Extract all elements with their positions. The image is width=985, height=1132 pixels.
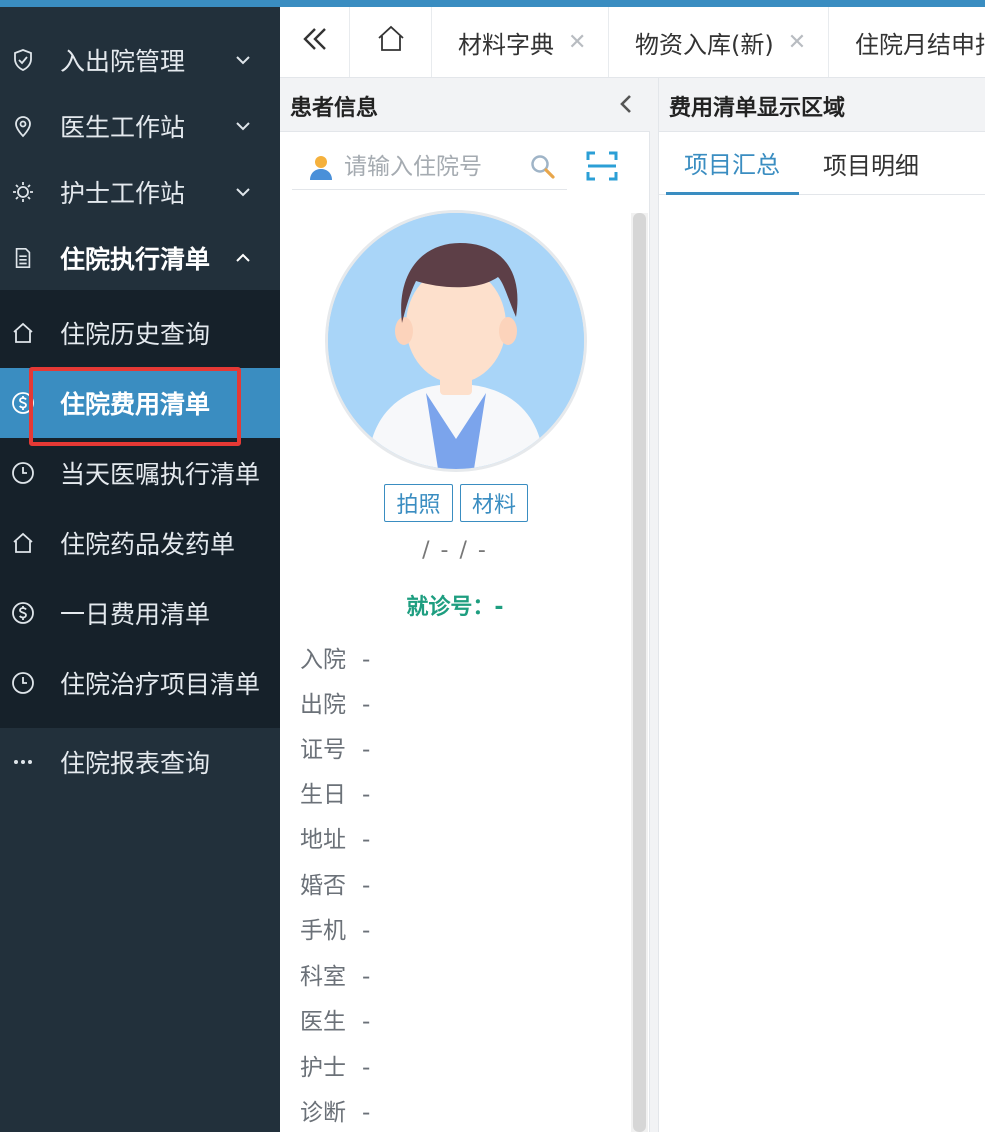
- document-icon: [10, 245, 36, 271]
- close-icon[interactable]: ✕: [568, 30, 586, 55]
- user-icon: [306, 152, 336, 186]
- sidebar-item-label: 入出院管理: [60, 47, 186, 76]
- tab-material-dictionary[interactable]: 材料字典 ✕: [432, 7, 609, 77]
- sidebar-item-label: 住院费用清单: [60, 390, 211, 419]
- chevron-left-icon[interactable]: [616, 92, 638, 116]
- sidebar: 入出院管理 医生工作站 护士工作站 住院执行清单 住院历史查询 住院费用清单 当…: [0, 7, 280, 1132]
- sidebar-item-label: 住院报表查询: [60, 749, 211, 778]
- take-photo-button[interactable]: 拍照: [384, 484, 453, 522]
- sidebar-item-label: 住院执行清单: [60, 245, 211, 274]
- home-icon: [376, 24, 406, 60]
- location-pin-icon: [10, 113, 36, 139]
- submenu-inpatient-execution: 住院历史查询 住院费用清单 当天医嘱执行清单 住院药品发药单 一日费用清单 住院…: [0, 290, 280, 728]
- chevron-up-icon: [232, 247, 254, 269]
- field-admission: 入院 -: [300, 647, 371, 673]
- patient-demographics: / - / -: [422, 538, 488, 563]
- sidebar-item-label: 医生工作站: [60, 113, 186, 142]
- visit-number: 就诊号：-: [406, 595, 504, 620]
- top-accent-strip: [0, 0, 985, 7]
- dollar-circle-icon: [10, 390, 36, 416]
- material-button[interactable]: 材料: [460, 484, 528, 522]
- sidebar-item-doctor-station[interactable]: 医生工作站: [0, 93, 280, 159]
- patient-info-panel: 患者信息 拍照 材料 / - / - 就诊: [280, 78, 650, 1132]
- collapse-sidebar-button[interactable]: [280, 7, 350, 77]
- sidebar-item-label: 住院历史查询: [60, 320, 211, 349]
- scrollbar-thumb[interactable]: [633, 213, 646, 1132]
- sidebar-item-report-query[interactable]: 住院报表查询: [0, 729, 280, 795]
- sidebar-item-history-query[interactable]: 住院历史查询: [0, 298, 280, 368]
- field-doctor: 医生 -: [300, 1009, 371, 1035]
- sidebar-item-drug-dispense[interactable]: 住院药品发药单: [0, 508, 280, 578]
- field-diagnosis: 诊断 -: [300, 1100, 371, 1126]
- sun-gear-icon: [10, 179, 36, 205]
- home-icon: [10, 530, 36, 556]
- double-chevron-left-icon: [300, 24, 330, 60]
- field-address: 地址 -: [300, 827, 371, 853]
- panel-title: 患者信息: [290, 96, 379, 121]
- inpatient-search: [292, 144, 567, 190]
- fee-list-panel: 费用清单显示区域 项目汇总 项目明细: [658, 78, 985, 1132]
- tab-label: 住院月结申报: [855, 30, 985, 59]
- sidebar-item-fee-list[interactable]: 住院费用清单: [0, 368, 280, 438]
- chevron-down-icon: [232, 115, 254, 137]
- tab-home[interactable]: [350, 7, 432, 77]
- sidebar-item-label: 当天医嘱执行清单: [60, 460, 261, 489]
- sidebar-item-label: 一日费用清单: [60, 600, 211, 629]
- tab-bar: 材料字典 ✕ 物资入库(新) ✕ 住院月结申报: [280, 7, 985, 78]
- close-icon[interactable]: ✕: [788, 30, 806, 55]
- avatar: [325, 210, 587, 472]
- chevron-down-icon: [232, 181, 254, 203]
- sidebar-item-label: 住院治疗项目清单: [60, 670, 261, 699]
- field-birthday: 生日 -: [300, 782, 371, 808]
- shield-check-icon: [10, 47, 36, 73]
- scan-icon[interactable]: [586, 150, 618, 186]
- inpatient-number-input[interactable]: [344, 150, 524, 184]
- field-id-number: 证号 -: [300, 737, 371, 763]
- dollar-circle-icon: [10, 600, 36, 626]
- field-nurse: 护士 -: [300, 1055, 371, 1081]
- home-icon: [10, 320, 36, 346]
- tab-item-detail[interactable]: 项目明细: [823, 132, 943, 195]
- sidebar-item-treatment-items[interactable]: 住院治疗项目清单: [0, 648, 280, 718]
- field-department: 科室 -: [300, 964, 371, 990]
- more-dots-icon: [10, 749, 36, 775]
- sidebar-item-one-day-fee[interactable]: 一日费用清单: [0, 578, 280, 648]
- panel-gutter: [650, 78, 658, 1132]
- sidebar-item-nurse-station[interactable]: 护士工作站: [0, 159, 280, 225]
- panel-title: 费用清单显示区域: [669, 96, 846, 121]
- sidebar-item-daily-orders[interactable]: 当天医嘱执行清单: [0, 438, 280, 508]
- tab-label: 材料字典: [458, 30, 554, 59]
- tab-stock-in-new[interactable]: 物资入库(新) ✕: [609, 7, 829, 77]
- fee-panel-header: 费用清单显示区域: [659, 78, 985, 132]
- field-marital: 婚否 -: [300, 873, 371, 899]
- chevron-down-icon: [232, 49, 254, 71]
- tab-monthly-settlement[interactable]: 住院月结申报: [829, 7, 985, 77]
- clock-icon: [10, 670, 36, 696]
- sidebar-item-label: 护士工作站: [60, 179, 186, 208]
- clock-icon: [10, 460, 36, 486]
- field-discharge: 出院 -: [300, 692, 371, 718]
- scrollbar[interactable]: [631, 213, 648, 1132]
- sidebar-item-inpatient-execution[interactable]: 住院执行清单: [0, 225, 280, 291]
- patient-panel-header: 患者信息: [280, 78, 650, 132]
- sidebar-item-label: 住院药品发药单: [60, 530, 236, 559]
- sidebar-item-admission[interactable]: 入出院管理: [0, 27, 280, 93]
- fee-tab-bar: 项目汇总 项目明细: [659, 132, 985, 195]
- tab-label: 物资入库(新): [635, 30, 774, 59]
- field-phone: 手机 -: [300, 918, 371, 944]
- tab-item-summary[interactable]: 项目汇总: [666, 132, 799, 195]
- search-icon[interactable]: [529, 153, 557, 185]
